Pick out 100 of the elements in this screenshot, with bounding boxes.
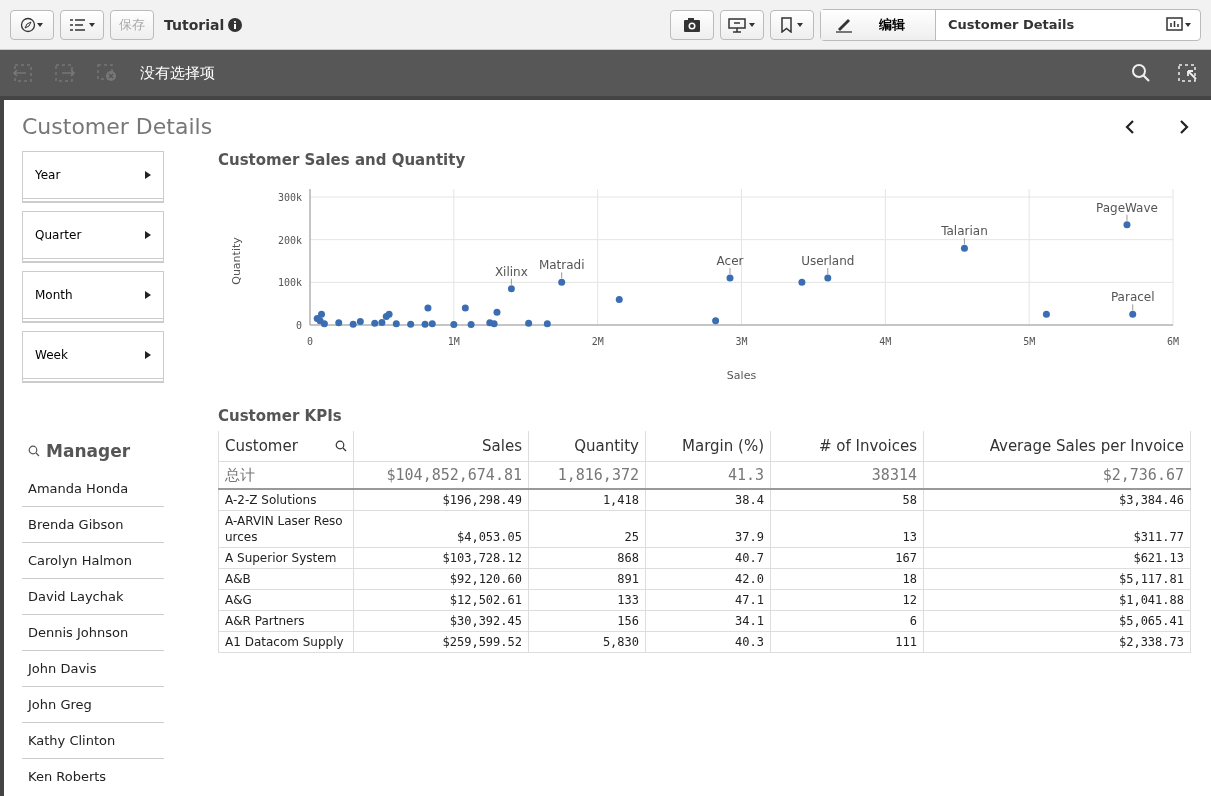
table-cell: 868 [528, 547, 646, 569]
totals-cell: 38314 [770, 461, 924, 489]
data-point[interactable] [1123, 221, 1131, 229]
data-point[interactable] [461, 304, 469, 312]
totals-cell: $104,852,674.81 [353, 461, 529, 489]
filter-label: Month [35, 288, 73, 302]
leader-line [561, 271, 563, 279]
table-cell: $92,120.60 [353, 568, 529, 590]
data-point[interactable] [318, 310, 325, 318]
data-point[interactable] [1042, 310, 1050, 318]
data-point[interactable] [490, 320, 498, 328]
manager-list-item[interactable]: Dennis Johnson [22, 615, 164, 651]
edit-button[interactable]: 编辑 [821, 9, 936, 40]
table-cell: $3,384.46 [923, 489, 1191, 511]
presentation-icon [727, 16, 757, 33]
navigation-button[interactable] [10, 9, 54, 40]
x-tick-label: 4M [879, 336, 892, 347]
data-point[interactable] [960, 244, 968, 252]
x-tick-label: 0 [307, 336, 313, 347]
data-point[interactable] [726, 274, 734, 282]
table-cell: A&R Partners [218, 610, 354, 632]
table-cell: 6 [770, 610, 924, 632]
data-point[interactable] [615, 295, 623, 303]
info-icon[interactable] [228, 17, 243, 32]
leader-line [729, 267, 731, 275]
table-cell: A-2-Z Solutions [218, 489, 354, 511]
data-point[interactable] [467, 321, 475, 329]
leader-line [1126, 214, 1128, 222]
x-tick-label: 6M [1167, 336, 1179, 347]
manager-list-item[interactable]: Brenda Gibson [22, 507, 164, 543]
table-cell: 40.3 [645, 631, 771, 653]
data-point[interactable] [525, 319, 533, 327]
data-point[interactable] [424, 304, 432, 312]
data-point[interactable] [450, 321, 458, 329]
data-point[interactable] [335, 319, 343, 327]
data-point[interactable] [712, 317, 720, 325]
data-point[interactable] [349, 320, 357, 328]
expand-icon [145, 291, 151, 299]
column-header[interactable]: Sales [353, 431, 529, 462]
table-cell: $5,065.41 [923, 610, 1191, 632]
filter-label: Year [35, 168, 61, 182]
table-cell: A&B [218, 568, 354, 590]
selection-tool-icon[interactable] [1177, 63, 1199, 83]
data-point[interactable] [392, 320, 400, 328]
previous-sheet-icon[interactable] [1123, 118, 1137, 135]
point-label: PageWave [1095, 200, 1158, 215]
data-point[interactable] [543, 320, 551, 328]
manager-list-item[interactable]: David Laychak [22, 579, 164, 615]
table-cell: $311.77 [923, 510, 1191, 548]
totals-cell: $2,736.67 [923, 461, 1191, 489]
totals-cell: 1,816,372 [528, 461, 646, 489]
column-header[interactable]: Margin (%) [645, 431, 771, 462]
data-point[interactable] [428, 320, 436, 328]
data-point[interactable] [558, 278, 566, 286]
bookmark-button[interactable] [770, 9, 814, 40]
sheets-icon [1166, 16, 1192, 33]
point-label: Userland [801, 254, 855, 269]
menu-button[interactable] [60, 9, 104, 40]
x-tick-label: 5M [1023, 336, 1036, 347]
column-header[interactable]: # of Invoices [770, 431, 924, 462]
table-cell: 12 [770, 589, 924, 611]
compass-icon [20, 16, 44, 33]
table-cell: $30,392.45 [353, 610, 529, 632]
data-point[interactable] [407, 320, 415, 328]
column-header[interactable]: Quantity [528, 431, 646, 462]
next-sheet-icon[interactable] [1177, 118, 1191, 135]
data-point[interactable] [798, 278, 806, 286]
data-point[interactable] [824, 274, 832, 282]
search-icon[interactable] [1131, 63, 1151, 83]
column-header[interactable]: Average Sales per Invoice [923, 431, 1191, 462]
data-point[interactable] [1129, 310, 1137, 318]
manager-list-item[interactable]: John Greg [22, 687, 164, 723]
data-point[interactable] [421, 320, 429, 328]
search-icon[interactable] [28, 445, 40, 457]
table-title: Customer KPIs [218, 407, 343, 425]
y-axis-title: Quantity [230, 237, 243, 285]
data-point[interactable] [320, 320, 328, 328]
data-point[interactable] [356, 318, 364, 326]
data-point[interactable] [507, 285, 515, 293]
manager-list-item[interactable]: Kathy Clinton [22, 723, 164, 759]
totals-cell: 41.3 [645, 461, 771, 489]
data-point[interactable] [493, 308, 501, 316]
column-header[interactable]: Customer [218, 431, 354, 462]
y-tick-label: 200k [277, 234, 302, 246]
bookmark-icon [779, 16, 805, 33]
manager-list-item[interactable]: Ken Roberts [22, 759, 164, 794]
table-cell: $1,041.88 [923, 589, 1191, 611]
manager-list-item[interactable]: John Davis [22, 651, 164, 687]
data-point[interactable] [385, 310, 393, 318]
story-button[interactable] [720, 9, 764, 40]
table-cell: 40.7 [645, 547, 771, 569]
snapshot-button[interactable] [670, 9, 714, 40]
expand-icon [145, 351, 151, 359]
data-point[interactable] [378, 318, 386, 326]
data-point[interactable] [371, 319, 379, 327]
point-label: Xilinx [494, 264, 528, 279]
manager-list-item[interactable]: Carolyn Halmon [22, 543, 164, 579]
search-icon[interactable] [335, 440, 347, 452]
manager-list-item[interactable]: Amanda Honda [22, 471, 164, 507]
listbox-title: Manager [46, 441, 131, 461]
